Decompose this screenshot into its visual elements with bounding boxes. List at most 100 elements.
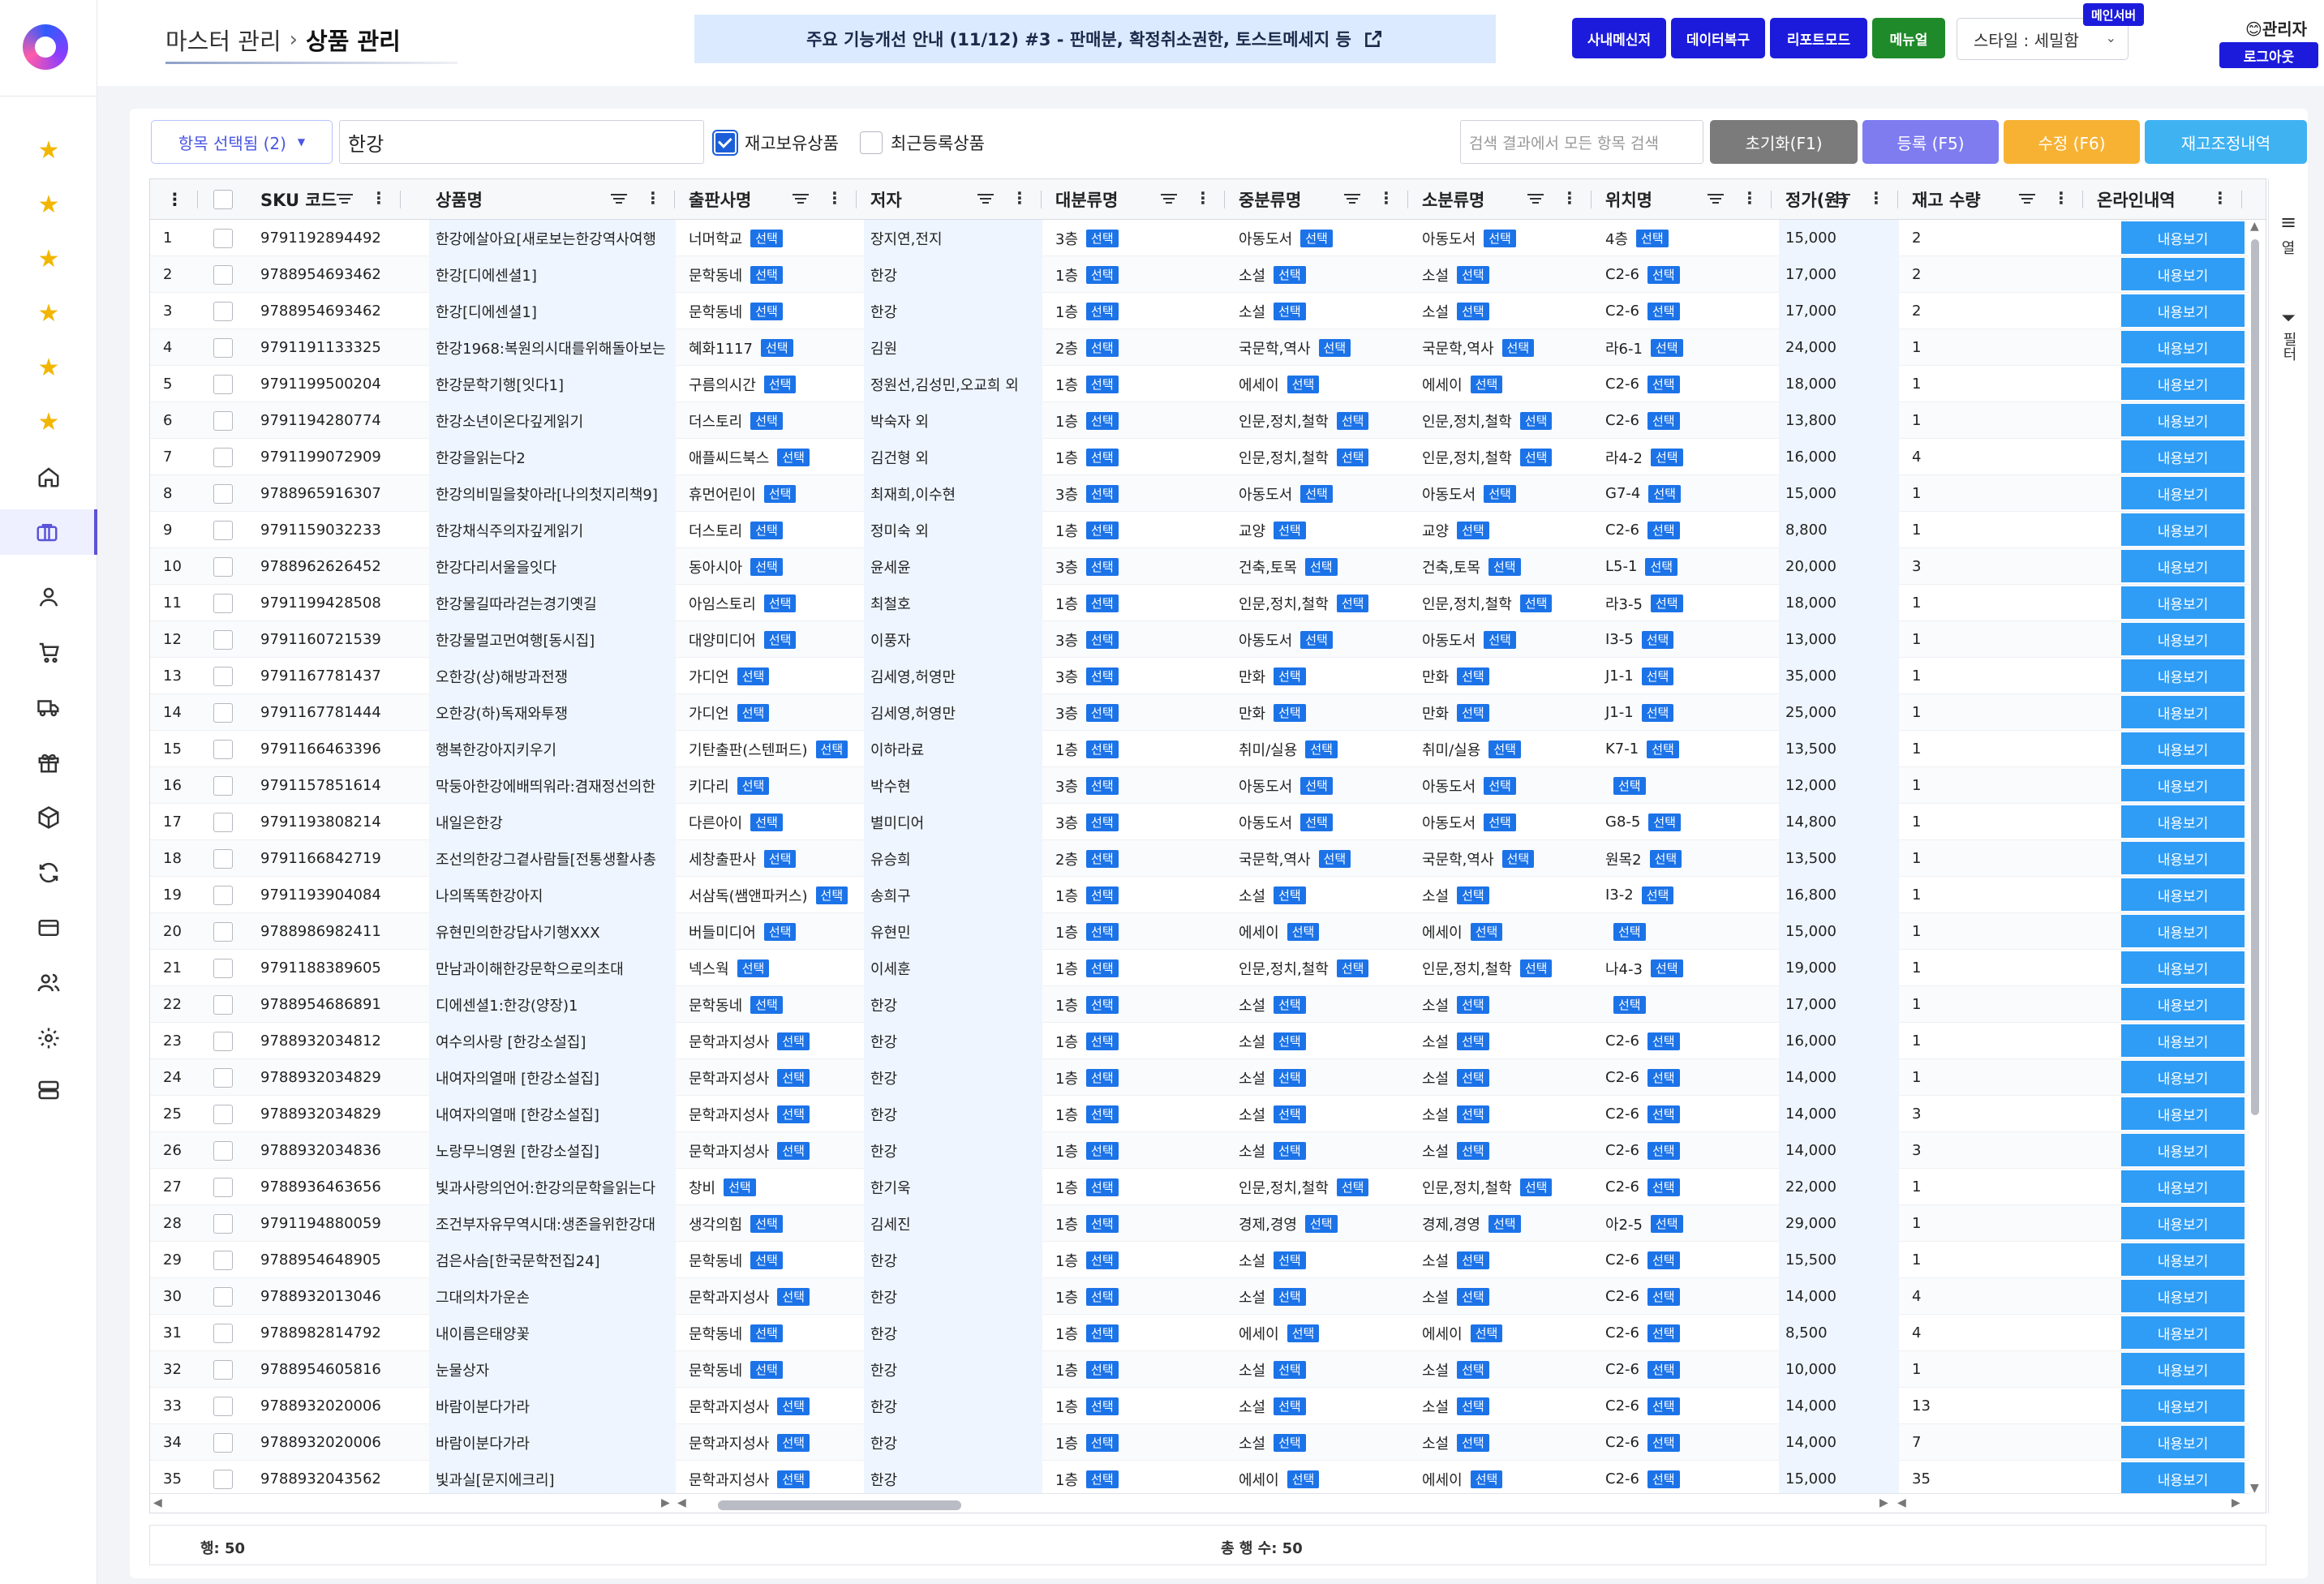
table-row[interactable]: 19 9791193904084 나의똑똑한강아지 서삼독(쌤앤파커스) 선택 송희구 1층…: [150, 877, 2249, 913]
column-header[interactable]: 재고 수량 ⋮: [1899, 179, 2084, 220]
select-badge[interactable]: 선택: [1086, 302, 1119, 320]
row-checkbox[interactable]: [213, 694, 246, 731]
select-badge[interactable]: 선택: [1287, 1470, 1320, 1488]
column-select-dropdown[interactable]: 항목 선택됨 (2) ▼: [151, 120, 333, 164]
select-badge[interactable]: 선택: [1647, 521, 1680, 539]
row-checkbox[interactable]: [213, 658, 246, 694]
row-checkbox[interactable]: [213, 256, 246, 293]
checkbox-unchecked[interactable]: [860, 131, 883, 154]
row-checkbox[interactable]: [213, 585, 246, 621]
cart-icon[interactable]: [0, 629, 97, 675]
select-badge[interactable]: 선택: [1650, 959, 1683, 977]
vertical-scrollbar[interactable]: ▲ ▼: [2248, 220, 2261, 1495]
checkbox-unchecked[interactable]: [213, 702, 233, 723]
table-row[interactable]: 7 9791199072909 한강을읽는다2 애플씨드북스 선택 김건형 외 1층 선택 인문…: [150, 439, 2249, 475]
recent-checkbox[interactable]: 최근등록상품: [860, 131, 985, 155]
column-menu-icon[interactable]: ⋮: [166, 179, 186, 220]
row-checkbox[interactable]: [213, 1059, 246, 1096]
select-badge[interactable]: 선택: [750, 265, 783, 284]
card-icon[interactable]: [0, 905, 97, 951]
column-menu-icon[interactable]: ⋮: [827, 188, 843, 208]
table-row[interactable]: 15 9791166463396 행복한강아지키우기 기탄출판(스텐퍼드) 선택 이하라료…: [150, 731, 2249, 767]
view-details-button[interactable]: 내용보기: [2121, 1462, 2245, 1495]
select-badge[interactable]: 선택: [1274, 1287, 1306, 1306]
view-details-button[interactable]: 내용보기: [2121, 1243, 2245, 1276]
table-row[interactable]: 5 9791199500204 한강문학기행[잇다1] 구름의시간 선택 정원선,김성민,…: [150, 366, 2249, 402]
view-details-button[interactable]: 내용보기: [2121, 1207, 2245, 1239]
select-badge[interactable]: 선택: [1274, 703, 1306, 722]
select-badge[interactable]: 선택: [1086, 557, 1119, 576]
table-row[interactable]: 31 9788982814792 내이름은태양꽃 문학동네 선택 한강 1층 선택 에세이 선택 에…: [150, 1315, 2249, 1351]
select-badge[interactable]: 선택: [1086, 521, 1119, 539]
select-badge[interactable]: 선택: [1274, 1032, 1306, 1050]
row-checkbox[interactable]: [213, 731, 246, 767]
filter-lines-icon[interactable]: [977, 194, 994, 205]
row-checkbox[interactable]: [213, 767, 246, 804]
table-row[interactable]: 35 9788932043562 빛과실[문지에크리] 문학과지성사 선택 한강 1층 선택 에…: [150, 1461, 2249, 1497]
row-checkbox[interactable]: [213, 1278, 246, 1315]
column-menu-icon[interactable]: ⋮: [645, 188, 661, 208]
view-details-button[interactable]: 내용보기: [2121, 550, 2245, 582]
table-row[interactable]: 24 9788932034829 내여자의열매 [한강소설집] 문학과지성사 선택 한강 1…: [150, 1059, 2249, 1096]
select-badge[interactable]: 선택: [1613, 995, 1646, 1014]
select-badge[interactable]: 선택: [1287, 1324, 1320, 1342]
checkbox-unchecked[interactable]: [213, 775, 233, 796]
table-row[interactable]: 30 9788932013046 그대의차가운손 문학과지성사 선택 한강 1층 선택 소설 선택…: [150, 1278, 2249, 1315]
column-header[interactable]: SKU 코드 ⋮: [247, 179, 402, 220]
view-details-button[interactable]: 내용보기: [2121, 331, 2245, 363]
column-header[interactable]: 온라인내역 ⋮: [2084, 179, 2243, 220]
column-header[interactable]: 대분류명 ⋮: [1042, 179, 1226, 220]
checkbox-checked[interactable]: [714, 131, 737, 154]
select-badge[interactable]: 선택: [1086, 375, 1119, 393]
breadcrumb-parent[interactable]: 마스터 관리: [165, 23, 281, 57]
select-badge[interactable]: 선택: [750, 995, 783, 1014]
column-header[interactable]: 상품명 ⋮: [423, 179, 676, 220]
row-checkbox[interactable]: [213, 1461, 246, 1497]
select-badge[interactable]: 선택: [1647, 302, 1680, 320]
select-badge[interactable]: 선택: [1457, 265, 1489, 284]
select-badge[interactable]: 선택: [1484, 484, 1516, 503]
view-details-button[interactable]: 내용보기: [2121, 258, 2245, 290]
select-badge[interactable]: 선택: [1086, 703, 1119, 722]
view-details-button[interactable]: 내용보기: [2121, 221, 2245, 254]
view-details-button[interactable]: 내용보기: [2121, 294, 2245, 327]
select-badge[interactable]: 선택: [1274, 1433, 1306, 1452]
truck-icon[interactable]: [0, 685, 97, 730]
select-badge[interactable]: 선택: [737, 959, 770, 977]
select-badge[interactable]: 선택: [1086, 995, 1119, 1014]
scroll-right-icon[interactable]: ▶: [661, 1496, 670, 1509]
select-badge[interactable]: 선택: [737, 703, 770, 722]
checkbox-unchecked[interactable]: [213, 228, 233, 248]
select-badge[interactable]: 선택: [1501, 849, 1535, 868]
select-badge[interactable]: 선택: [1457, 1068, 1489, 1087]
select-badge[interactable]: 선택: [1519, 594, 1553, 612]
select-badge[interactable]: 선택: [1647, 1433, 1680, 1452]
row-checkbox[interactable]: [213, 548, 246, 585]
view-details-button[interactable]: 내용보기: [2121, 1426, 2245, 1458]
user-icon[interactable]: [0, 574, 97, 620]
view-details-button[interactable]: 내용보기: [2121, 951, 2245, 984]
select-badge[interactable]: 선택: [1086, 1068, 1119, 1087]
select-badge[interactable]: 선택: [750, 1360, 783, 1379]
select-badge[interactable]: 선택: [1647, 1360, 1680, 1379]
messenger-button[interactable]: 사내메신저: [1572, 18, 1666, 58]
select-badge[interactable]: 선택: [737, 776, 770, 795]
select-badge[interactable]: 선택: [750, 229, 783, 247]
select-badge[interactable]: 선택: [1274, 1251, 1306, 1269]
select-badge[interactable]: 선택: [1457, 995, 1489, 1014]
select-badge[interactable]: 선택: [1086, 229, 1119, 247]
select-badge[interactable]: 선택: [777, 1470, 810, 1488]
vertical-scroll-thumb[interactable]: [2251, 239, 2259, 1115]
select-badge[interactable]: 선택: [1304, 1214, 1338, 1233]
checkbox-unchecked[interactable]: [213, 1177, 233, 1197]
favorite-star-icon[interactable]: ★: [0, 237, 97, 282]
row-checkbox[interactable]: [213, 950, 246, 986]
view-details-button[interactable]: 내용보기: [2121, 878, 2245, 911]
select-badge[interactable]: 선택: [1484, 813, 1516, 831]
select-badge[interactable]: 선택: [1484, 776, 1516, 795]
row-checkbox[interactable]: [213, 1424, 246, 1461]
checkbox-unchecked[interactable]: [213, 301, 233, 321]
select-badge[interactable]: 선택: [1641, 886, 1674, 904]
select-badge[interactable]: 선택: [1086, 740, 1119, 758]
checkbox-unchecked[interactable]: [213, 1140, 233, 1161]
